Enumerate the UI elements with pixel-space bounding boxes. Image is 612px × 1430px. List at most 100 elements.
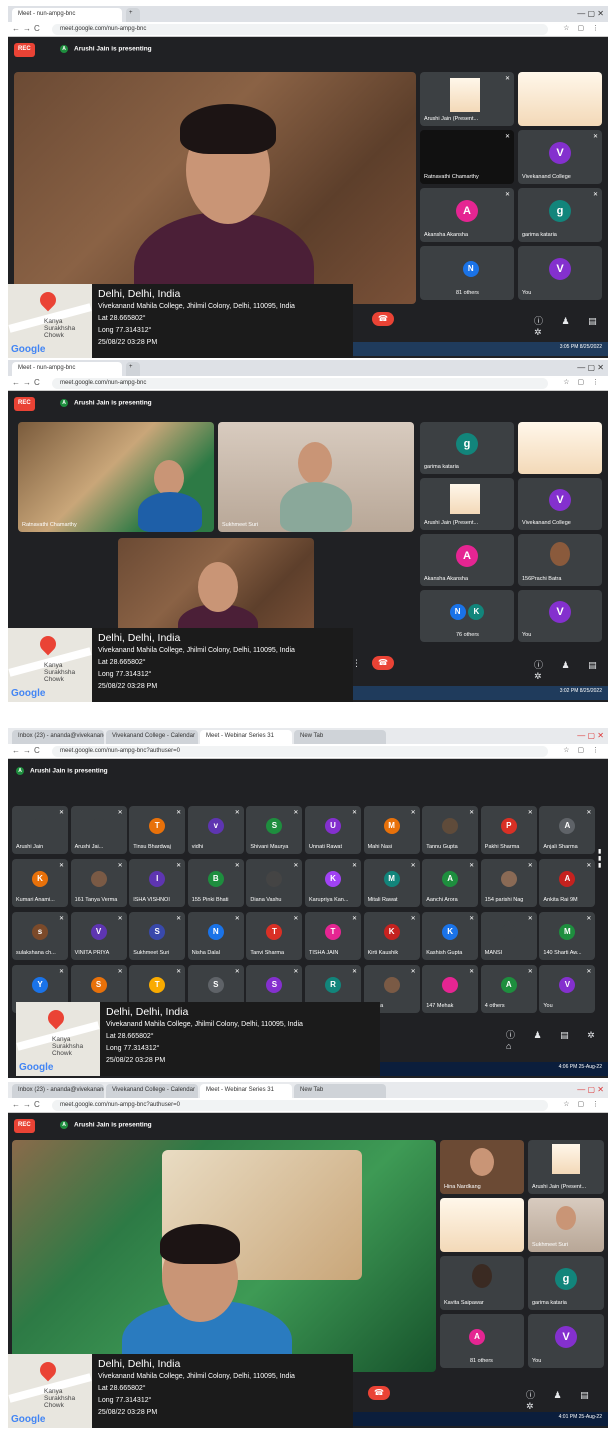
participant-tile[interactable]: ✕ Diana Vashu — [246, 859, 303, 907]
browser-extension-icons[interactable]: ☆ ▢ ⋮ — [563, 24, 602, 32]
browser-extension-icons[interactable]: ☆ ▢ ⋮ — [563, 1100, 602, 1108]
participant-tile[interactable]: V ✕ VINITA PRIYA — [70, 912, 127, 960]
window-controls[interactable]: — ▢ ✕ — [577, 363, 604, 372]
participant-tile[interactable]: S ✕ Sukhmeet Suri — [129, 912, 186, 960]
browser-tab-meet[interactable]: Meet - nun-ampg-bnc — [12, 362, 122, 376]
participant-tile[interactable]: V ✕ Vivekanand College — [518, 130, 602, 184]
browser-extension-icons[interactable]: ☆ ▢ ⋮ — [563, 378, 602, 386]
nav-buttons[interactable]: ←→C — [12, 746, 43, 755]
participant-tile[interactable]: ✕ Arushi Jain — [12, 806, 68, 854]
window-controls[interactable]: — ▢ ✕ — [577, 1085, 604, 1094]
participant-tile[interactable]: A ✕ Ankita Rai 9M — [539, 859, 596, 907]
participant-tile[interactable]: K ✕ Karupriya Kan... — [305, 859, 361, 907]
url-field[interactable]: meet.google.com/nun-ampg-bnc — [52, 24, 548, 35]
browser-tab-calendar[interactable]: Vivekanand College - Calendar — [106, 730, 198, 744]
nav-buttons[interactable]: ←→C — [12, 24, 43, 33]
participant-tile[interactable]: Arushi Jain (Present... — [420, 478, 514, 530]
url-field[interactable]: meet.google.com/nun-ampg-bnc?authuser=0 — [52, 1100, 548, 1111]
end-call-button[interactable]: ☎ — [372, 656, 394, 670]
self-tile[interactable]: V You — [518, 246, 602, 300]
participant-tile[interactable]: v ✕ vidhi — [187, 806, 244, 854]
participant-tile[interactable]: ✕ MANSI — [480, 912, 537, 960]
nav-buttons[interactable]: ←→C — [12, 378, 43, 387]
participant-tile[interactable]: V Vivekanand College — [518, 478, 602, 530]
others-tile[interactable]: N K 76 others — [420, 590, 514, 642]
participant-tile[interactable]: T ✕ TISHA JAIN — [305, 912, 361, 960]
side-panel-icons[interactable]: ▮ ▮ ▮ — [598, 848, 608, 869]
participant-tile[interactable] — [518, 422, 602, 474]
participant-tile[interactable]: A ✕ Aanchi Arora — [422, 859, 479, 907]
geotag-city: Delhi, Delhi, India — [98, 288, 181, 300]
participant-tile[interactable]: K ✕ Kirti Kaushik — [363, 912, 420, 960]
participant-tile[interactable]: ✕ Ratnavathi Chamarthy — [420, 130, 514, 184]
participant-tile[interactable]: Sukhmeet Suri — [528, 1198, 604, 1252]
windows-taskbar: 4:06 PM 25-Aug-22 — [353, 1062, 608, 1076]
participant-tile[interactable]: s ✕ sulakshana ch... — [12, 912, 68, 960]
participant-tile[interactable]: A ✕ 4 others — [480, 965, 537, 1013]
more-options-icon[interactable]: ⋮ — [352, 658, 369, 669]
new-tab-button[interactable]: + — [126, 362, 140, 376]
browser-tab-gmail[interactable]: Inbox (23) - ananda@vivekanand... — [12, 730, 104, 744]
participant-tile[interactable]: K ✕ Kashish Gupta — [422, 912, 479, 960]
participant-tile[interactable]: Kavita Saipawar — [440, 1256, 524, 1310]
self-tile[interactable]: V You — [518, 590, 602, 642]
participant-tile[interactable]: A ✕ Anjali Sharma — [539, 806, 596, 854]
browser-tab-meet[interactable]: Meet - Webinar Series 31 — [200, 1084, 292, 1098]
participant-tile[interactable]: A Akansha Akansha — [420, 534, 514, 586]
participant-tile[interactable]: ✕ Tannu Gupta — [422, 806, 479, 854]
participant-tile[interactable]: 156Prachi Batra — [518, 534, 602, 586]
participant-tile[interactable]: N ✕ Nisha Dalal — [187, 912, 244, 960]
participant-tile[interactable]: ✕ Arushi Jai... — [70, 806, 127, 854]
self-tile[interactable]: V You — [528, 1314, 604, 1368]
presenting-banner: A Arushi Jain is presenting — [60, 1121, 152, 1129]
browser-extension-icons[interactable]: ☆ ▢ ⋮ — [563, 746, 602, 754]
end-call-button[interactable]: ☎ — [368, 1386, 390, 1400]
url-field[interactable]: meet.google.com/nun-ampg-bnc?authuser=0 — [52, 746, 548, 757]
participant-tile[interactable]: ✕ 154 parishi Nag — [480, 859, 537, 907]
participant-tile[interactable]: M ✕ Mahi Nasi — [363, 806, 420, 854]
participant-video[interactable]: Ratnavathi Chamarthy — [18, 422, 214, 532]
browser-tab-calendar[interactable]: Vivekanand College - Calendar — [106, 1084, 198, 1098]
participant-tile[interactable]: ✕ 161 Tanya Verma — [70, 859, 127, 907]
participant-tile[interactable]: M ✕ Mitali Rawat — [363, 859, 420, 907]
participant-tile[interactable]: K ✕ Kumari Anami... — [12, 859, 68, 907]
meeting-controls[interactable]: ⓘ ♟ ▤ ✲ — [534, 314, 608, 338]
participant-tile[interactable] — [518, 72, 602, 126]
browser-tab-meet[interactable]: Meet - Webinar Series 31 — [200, 730, 292, 744]
participant-tile[interactable]: g garima kataria — [528, 1256, 604, 1310]
geotag-overlay: Kanya Surakhsha Chowk Google Delhi, Delhi,… — [8, 284, 353, 358]
participant-tile[interactable]: P ✕ Pakhi Sharma — [480, 806, 537, 854]
participant-tile[interactable]: U ✕ Unnati Rawat — [305, 806, 361, 854]
meeting-controls[interactable]: ⓘ ♟ ▤ ✲ ⌂ — [506, 1028, 608, 1051]
participant-tile[interactable] — [440, 1198, 524, 1252]
meeting-controls[interactable]: ⓘ ♟ ▤ ✲ — [526, 1388, 608, 1412]
participant-tile[interactable]: ✕ 147 Mehak — [422, 965, 479, 1013]
participant-tile[interactable]: g garima kataria — [420, 422, 514, 474]
participant-tile[interactable]: A ✕ Akansha Akansha — [420, 188, 514, 242]
participant-tile[interactable]: T ✕ Tanvi Sharma — [246, 912, 303, 960]
browser-tab-gmail[interactable]: Inbox (23) - ananda@vivekanand... — [12, 1084, 104, 1098]
nav-buttons[interactable]: ←→C — [12, 1100, 43, 1109]
participant-tile[interactable]: T ✕ Tinsu Bhardwaj — [129, 806, 186, 854]
browser-tab-newtab[interactable]: New Tab — [294, 730, 386, 744]
participant-tile[interactable]: B ✕ 155 Pinki Bhati — [187, 859, 244, 907]
participant-tile[interactable]: S ✕ Shivani Maurya — [246, 806, 303, 854]
others-tile[interactable]: N 81 others — [420, 246, 514, 300]
participant-tile[interactable]: Hina Nardkang — [440, 1140, 524, 1194]
window-controls[interactable]: — ▢ ✕ — [577, 731, 604, 740]
participant-tile[interactable]: I ✕ ISHA VISHNOI — [129, 859, 186, 907]
participant-tile[interactable]: M ✕ 140 Sharti Aw... — [539, 912, 596, 960]
participant-tile[interactable]: V ✕ You — [539, 965, 596, 1013]
window-controls[interactable]: — ▢ ✕ — [577, 9, 604, 18]
participant-video[interactable]: Sukhmeet Suri — [218, 422, 414, 532]
participant-tile[interactable]: ✕ Arushi Jain (Present... — [420, 72, 514, 126]
new-tab-button[interactable]: + — [126, 8, 140, 22]
others-tile[interactable]: A 81 others — [440, 1314, 524, 1368]
browser-tab-meet[interactable]: Meet - nun-ampg-bnc — [12, 8, 122, 22]
participant-tile[interactable]: g ✕ garima kataria — [518, 188, 602, 242]
end-call-button[interactable]: ☎ — [372, 312, 394, 326]
meeting-controls[interactable]: ⓘ ♟ ▤ ✲ — [534, 658, 608, 682]
url-field[interactable]: meet.google.com/nun-ampg-bnc — [52, 378, 548, 389]
participant-tile[interactable]: Arushi Jain (Present... — [528, 1140, 604, 1194]
browser-tab-newtab[interactable]: New Tab — [294, 1084, 386, 1098]
